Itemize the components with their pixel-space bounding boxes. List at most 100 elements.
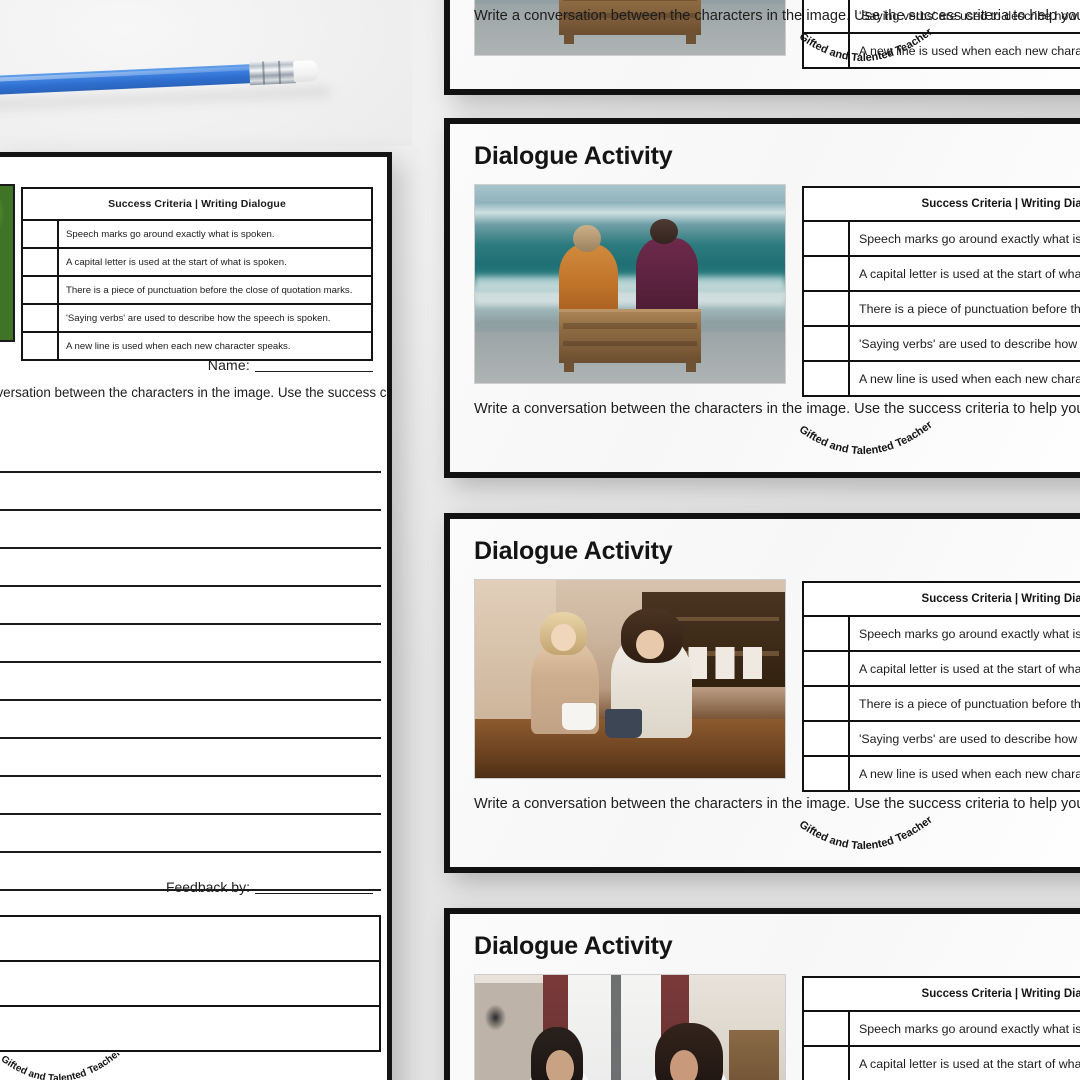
criteria-text: A capital letter is used at the start of… [66, 256, 287, 268]
criteria-checkbox[interactable] [804, 722, 850, 755]
criteria-text: 'Saying verbs' are used to describe how … [66, 312, 331, 324]
card-instruction-text: Write a conversation between the charact… [474, 796, 1080, 812]
criteria-row[interactable]: Speech marks go around exactly what is s… [804, 1012, 1080, 1047]
criteria-checkbox[interactable] [804, 34, 850, 67]
name-field-row: Name: [21, 357, 373, 373]
worksheet-card-top[interactable]: Dialogue Activity Success Criteria | Wri… [444, 0, 1080, 95]
criteria-text: There is a piece of punctuation before t… [859, 301, 1080, 316]
card-success-criteria-table: Success Criteria | Writing Dialogue Spee… [802, 186, 1080, 397]
criteria-row[interactable]: There is a piece of punctuation before t… [804, 292, 1080, 327]
svg-text:Gifted and Talented Teacher: Gifted and Talented Teacher [797, 421, 935, 457]
feedback-label: Feedback by: [165, 879, 250, 895]
feedback-row[interactable] [0, 1007, 379, 1050]
name-label: Name: [207, 357, 250, 373]
feedback-box[interactable] [0, 915, 381, 1052]
writing-line[interactable] [0, 625, 381, 663]
card-instruction-text: Write a conversation between the charact… [474, 401, 1080, 417]
criteria-text: A new line is used when each new charact… [66, 340, 291, 352]
brand-logo-text: Gifted and Talented Teacher [797, 816, 935, 852]
writing-line[interactable] [0, 511, 381, 549]
criteria-checkbox[interactable] [804, 617, 850, 650]
criteria-text: Speech marks go around exactly what is s… [859, 626, 1080, 641]
svg-text:Gifted and Talented Teacher: Gifted and Talented Teacher [0, 1053, 123, 1080]
criteria-row[interactable]: There is a piece of punctuation before t… [804, 687, 1080, 722]
criteria-checkbox[interactable] [804, 687, 850, 720]
writing-line[interactable] [0, 815, 381, 853]
criteria-table-header: Success Criteria | Writing Dialogue [804, 978, 1080, 1012]
scene-stage: Success Criteria | Writing Dialogue Spee… [0, 0, 1080, 1080]
criteria-checkbox[interactable] [804, 1047, 850, 1080]
brand-logo: Gifted and Talented Teacher [790, 816, 940, 860]
desk-photo-tile [0, 0, 412, 146]
criteria-checkbox[interactable] [804, 757, 850, 790]
criteria-row[interactable]: A new line is used when each new charact… [804, 362, 1080, 395]
criteria-table-header: Success Criteria | Writing Dialogue [804, 188, 1080, 222]
criteria-row[interactable]: 'Saying verbs' are used to describe how … [804, 327, 1080, 362]
criteria-text: A capital letter is used at the start of… [859, 661, 1080, 676]
writing-line[interactable] [0, 587, 381, 625]
criteria-checkbox[interactable] [23, 221, 59, 247]
criteria-text: A capital letter is used at the start of… [859, 1056, 1080, 1071]
writing-line[interactable] [0, 701, 381, 739]
worksheet-card-beach[interactable]: Dialogue Activity Success Criteria | Wri… [444, 118, 1080, 478]
criteria-checkbox[interactable] [804, 362, 850, 395]
feedback-input-line[interactable] [255, 893, 373, 894]
writing-line[interactable] [0, 549, 381, 587]
card-photo [474, 579, 786, 779]
feedback-row[interactable] [0, 962, 379, 1007]
writing-line[interactable] [0, 739, 381, 777]
criteria-checkbox[interactable] [23, 277, 59, 303]
worksheet-card-room[interactable]: Dialogue Activity Success Criteria | Wri… [444, 908, 1080, 1080]
criteria-row[interactable]: A capital letter is used at the start of… [804, 257, 1080, 292]
pencil-eraser [293, 60, 319, 83]
criteria-row[interactable]: 'Saying verbs' are used to describe how … [804, 722, 1080, 757]
criteria-row[interactable]: A capital letter is used at the start of… [23, 249, 371, 277]
criteria-row[interactable]: Speech marks go around exactly what is s… [23, 221, 371, 249]
feedback-row[interactable] [0, 917, 379, 962]
criteria-text: There is a piece of punctuation before t… [66, 284, 353, 296]
criteria-checkbox[interactable] [23, 305, 59, 331]
brand-logo-text: Gifted and Talented Teacher [797, 421, 935, 457]
criteria-checkbox[interactable] [804, 327, 850, 360]
writing-lines-area[interactable] [0, 435, 381, 891]
criteria-row[interactable]: A capital letter is used at the start of… [804, 652, 1080, 687]
criteria-text: Speech marks go around exactly what is s… [859, 1021, 1080, 1036]
criteria-checkbox[interactable] [23, 333, 59, 359]
criteria-row[interactable]: A new line is used when each new charact… [804, 757, 1080, 790]
card-title: Dialogue Activity [474, 537, 673, 565]
card-photo [474, 184, 786, 384]
left-instruction-text: Write a conversation between the charact… [0, 385, 391, 400]
writing-line[interactable] [0, 473, 381, 511]
criteria-row[interactable]: Speech marks go around exactly what is s… [804, 617, 1080, 652]
feedback-field-row: Feedback by: [0, 879, 381, 895]
pencil-ferrule [249, 60, 297, 86]
criteria-row[interactable]: Speech marks go around exactly what is s… [804, 222, 1080, 257]
writing-line[interactable] [0, 777, 381, 815]
left-worksheet-photo [0, 184, 15, 342]
writing-line[interactable] [0, 663, 381, 701]
brand-logo: Gifted and Talented Teacher [790, 421, 940, 465]
criteria-table-header: Success Criteria | Writing Dialogue [23, 189, 371, 221]
left-worksheet[interactable]: Success Criteria | Writing Dialogue Spee… [0, 152, 392, 1080]
criteria-row[interactable]: A new line is used when each new charact… [804, 34, 1080, 67]
criteria-checkbox[interactable] [804, 652, 850, 685]
criteria-checkbox[interactable] [804, 222, 850, 255]
card-success-criteria-table: Success Criteria | Writing Dialogue Spee… [802, 581, 1080, 792]
criteria-row[interactable]: 'Saying verbs' are used to describe how … [23, 305, 371, 333]
criteria-table-header: Success Criteria | Writing Dialogue [804, 583, 1080, 617]
criteria-checkbox[interactable] [804, 257, 850, 290]
svg-text:Gifted and Talented Teacher: Gifted and Talented Teacher [797, 816, 935, 852]
criteria-text: 'Saying verbs' are used to describe how … [859, 731, 1080, 746]
criteria-text: A new line is used when each new charact… [859, 43, 1080, 58]
criteria-row[interactable]: A new line is used when each new charact… [23, 333, 371, 359]
name-input-line[interactable] [255, 371, 373, 372]
criteria-row[interactable]: There is a piece of punctuation before t… [23, 277, 371, 305]
criteria-checkbox[interactable] [804, 1012, 850, 1045]
card-title: Dialogue Activity [474, 932, 673, 960]
worksheet-card-cafe[interactable]: Dialogue Activity Success Criteria | Wri… [444, 513, 1080, 873]
criteria-row[interactable]: A capital letter is used at the start of… [804, 1047, 1080, 1080]
criteria-checkbox[interactable] [23, 249, 59, 275]
writing-line[interactable] [0, 435, 381, 473]
criteria-text: A new line is used when each new charact… [859, 766, 1080, 781]
criteria-checkbox[interactable] [804, 292, 850, 325]
